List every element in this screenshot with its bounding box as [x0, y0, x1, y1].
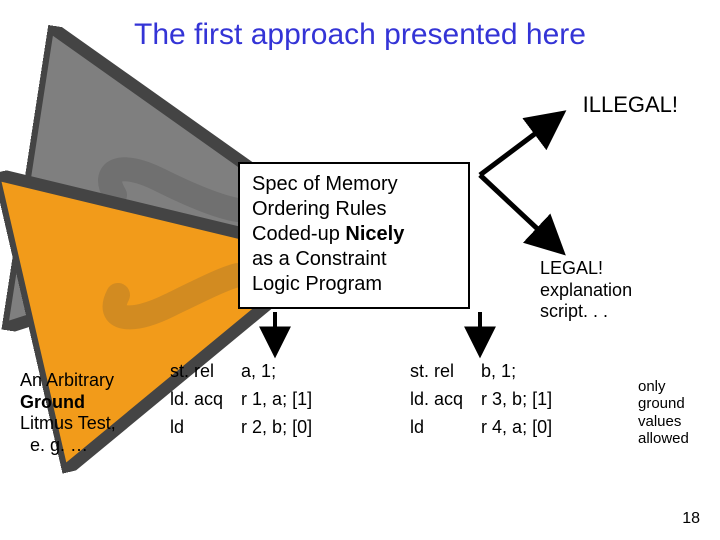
op: ld. acq: [170, 386, 223, 414]
arg: a, 1;: [241, 358, 312, 386]
code-block-right: st. rel b, 1; ld. acq r 3, b; [1] ld r 4…: [410, 358, 552, 442]
page-number: 18: [682, 510, 700, 528]
op: st. rel: [170, 358, 223, 386]
legal-label: LEGAL! explanation script. . .: [540, 258, 632, 323]
code-block-left: st. rel a, 1; ld. acq r 1, a; [1] ld r 2…: [170, 358, 312, 442]
arg: r 1, a; [1]: [241, 386, 312, 414]
spec-line: Logic Program: [252, 272, 458, 297]
spec-box: Spec of Memory Ordering Rules Coded-up N…: [238, 162, 470, 309]
arg: r 2, b; [0]: [241, 414, 312, 442]
op: ld: [410, 414, 463, 442]
op: st. rel: [410, 358, 463, 386]
right-caption: only ground values allowed: [638, 378, 708, 447]
spec-line: Spec of Memory: [252, 172, 458, 197]
arg: r 4, a; [0]: [481, 414, 552, 442]
left-caption: An Arbitrary Ground Litmus Test, e. g. …: [20, 370, 150, 456]
op: ld. acq: [410, 386, 463, 414]
spec-line: Ordering Rules: [252, 197, 458, 222]
spec-line: as a Constraint: [252, 247, 458, 272]
slide-title: The first approach presented here: [0, 18, 720, 52]
arg: b, 1;: [481, 358, 552, 386]
arg: r 3, b; [1]: [481, 386, 552, 414]
illegal-label: ILLEGAL!: [583, 92, 678, 118]
op: ld: [170, 414, 223, 442]
spec-line: Coded-up Nicely: [252, 222, 458, 247]
